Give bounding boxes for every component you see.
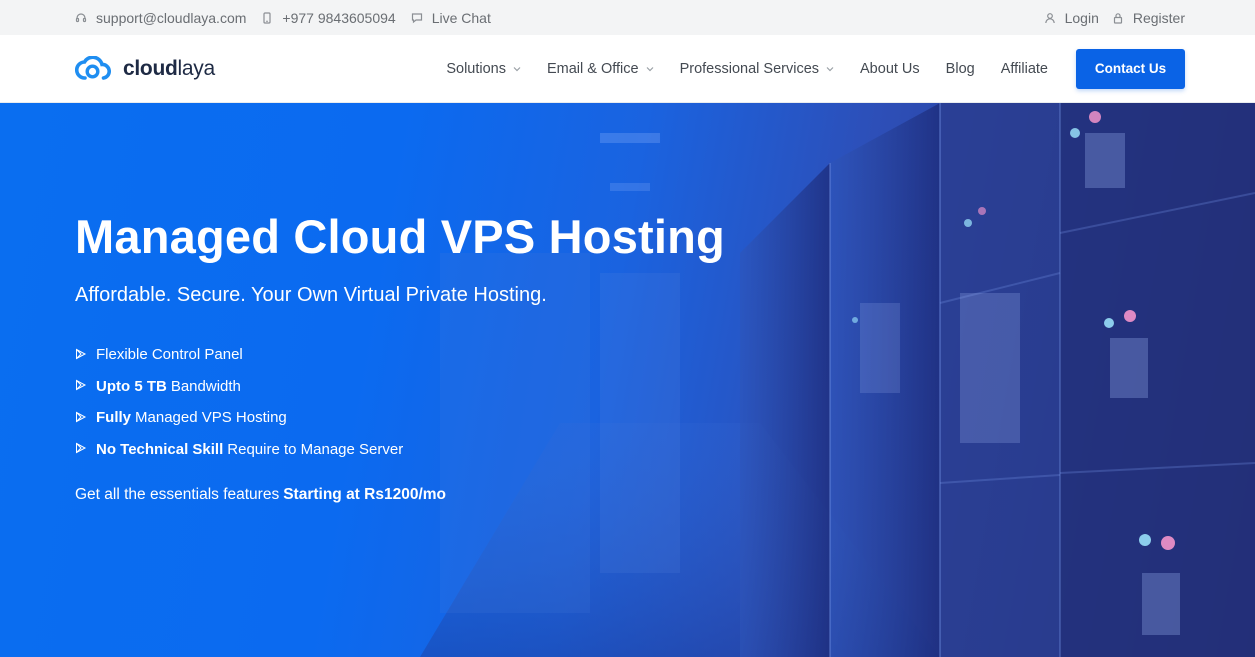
hero-subtitle: Affordable. Secure. Your Own Virtual Pri… [75,284,547,306]
nav-solutions-label: Solutions [446,60,506,77]
feature-item: No Technical Skill Require to Manage Ser… [75,434,403,466]
hero-title: Managed Cloud VPS Hosting [75,210,725,263]
support-email-link[interactable]: support@cloudlaya.com [74,10,246,26]
nav-solutions[interactable]: Solutions [446,61,521,77]
chevron-down-icon [646,64,654,74]
feature-bold-text: Fully [96,409,132,427]
feature-text: Require to Manage Server [227,440,404,458]
nav-email-office-label: Email & Office [546,60,639,77]
nav-professional-services[interactable]: Professional Services [680,61,834,77]
top-bar-account: Login Register [1031,10,1185,26]
hero-section: Managed Cloud VPS Hosting Affordable. Se… [0,103,1255,657]
main-header: cloudlaya Solutions Email & Office Profe… [0,35,1255,103]
feature-list: Flexible Control Panel Upto 5 TB Bandwid… [75,339,403,465]
main-nav: Solutions Email & Office Professional Se… [420,48,1185,89]
pricing-text: Get all the essentials features [75,486,280,503]
feature-item: Fully Managed VPS Hosting [75,402,403,434]
pricing-highlight: Starting at Rs1200/mo [283,486,447,503]
nav-blog-label: Blog [945,60,975,77]
nav-about-us[interactable]: About Us [860,61,920,77]
login-link[interactable]: Login [1043,10,1099,26]
nav-affiliate[interactable]: Affiliate [1001,61,1048,77]
logo-text-bold: cloud [123,56,178,80]
feature-text: Managed VPS Hosting [135,409,287,427]
live-chat-text: Live Chat [431,9,491,26]
support-email-text: support@cloudlaya.com [96,9,247,26]
feature-item: Flexible Control Panel [75,339,403,371]
phone-icon [260,11,274,25]
feature-text: Bandwidth [170,377,241,395]
chevron-down-icon [513,64,521,74]
user-icon [1043,11,1057,25]
phone-text: +977 9843605094 [282,9,396,26]
chevron-down-icon [826,64,834,74]
logo-text-light: laya [177,56,216,80]
cloudlaya-logo[interactable]: cloudlaya [75,55,215,82]
feature-bold-text: Upto 5 TB [96,377,167,395]
top-bar-contact: support@cloudlaya.com +977 9843605094 Li… [74,10,505,26]
cloud-logo-icon [75,55,111,80]
pricing-line: Get all the essentials features Starting … [75,486,446,504]
nav-email-office[interactable]: Email & Office [547,61,654,77]
nav-professional-services-label: Professional Services [679,60,820,77]
chat-icon [410,11,424,25]
feature-item: Upto 5 TB Bandwidth [75,371,403,403]
feature-text: Flexible Control Panel [96,346,243,364]
logo-wordmark: cloudlaya [123,57,215,81]
register-link[interactable]: Register [1111,10,1185,26]
headset-icon [74,11,88,25]
lock-icon [1111,11,1125,25]
contact-us-button[interactable]: Contact Us [1076,48,1185,89]
play-outline-icon [75,442,89,456]
phone-link[interactable]: +977 9843605094 [260,9,396,26]
play-outline-icon [75,411,89,425]
feature-bold-text: No Technical Skill [96,440,224,458]
live-chat-link[interactable]: Live Chat [410,10,491,26]
login-text: Login [1064,9,1099,26]
play-outline-icon [75,348,89,362]
play-outline-icon [75,379,89,393]
register-text: Register [1132,9,1185,26]
nav-about-us-label: About Us [860,60,920,77]
nav-affiliate-label: Affiliate [1000,60,1048,77]
top-bar: support@cloudlaya.com +977 9843605094 Li… [0,0,1255,35]
nav-blog[interactable]: Blog [946,61,975,77]
